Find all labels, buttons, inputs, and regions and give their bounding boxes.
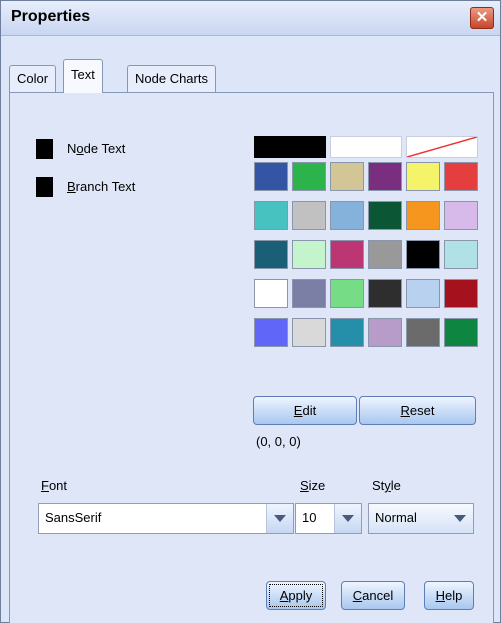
tab-text[interactable]: Text — [63, 59, 103, 93]
palette-swatch[interactable] — [444, 279, 478, 308]
help-button-label: Help — [435, 588, 463, 603]
palette-swatch[interactable] — [292, 279, 326, 308]
palette-swatch-black[interactable] — [254, 136, 326, 158]
tab-node-charts[interactable]: Node Charts — [127, 65, 216, 92]
palette-swatch-white[interactable] — [330, 136, 402, 158]
palette-swatch[interactable] — [406, 318, 440, 347]
tab-color[interactable]: Color — [9, 65, 57, 92]
palette-swatch[interactable] — [444, 318, 478, 347]
palette-swatch[interactable] — [406, 240, 440, 269]
palette-swatch-none[interactable] — [406, 136, 478, 158]
style-dropdown-arrow[interactable] — [447, 504, 473, 533]
palette-swatch[interactable] — [444, 162, 478, 191]
node-text-color-swatch — [36, 139, 53, 159]
style-label: Style — [372, 478, 401, 493]
palette-swatch[interactable] — [254, 318, 288, 347]
palette-swatch[interactable] — [368, 279, 402, 308]
branch-text-label: Branch Text — [67, 179, 136, 194]
apply-button[interactable]: Apply — [266, 581, 326, 610]
palette-swatch[interactable] — [444, 201, 478, 230]
palette-swatch[interactable] — [330, 279, 364, 308]
palette-swatch[interactable] — [330, 201, 364, 230]
palette-swatch[interactable] — [330, 240, 364, 269]
style-select-value: Normal — [375, 510, 417, 525]
close-button[interactable]: ✕ — [470, 7, 494, 29]
palette-swatch[interactable] — [254, 240, 288, 269]
font-dropdown-arrow[interactable] — [266, 504, 293, 533]
palette-swatch[interactable] — [292, 318, 326, 347]
chevron-down-icon — [454, 515, 466, 522]
palette-swatch[interactable] — [254, 162, 288, 191]
text-tab-panel: Node Text Branch Text Edit Reset (0, 0, … — [9, 92, 494, 623]
size-select-value: 10 — [302, 510, 317, 525]
reset-button-label: Reset — [400, 403, 435, 418]
chevron-down-icon — [342, 515, 354, 522]
font-label: Font — [41, 478, 68, 493]
edit-button[interactable]: Edit — [253, 396, 357, 425]
title-bar: Properties ✕ — [1, 1, 500, 36]
palette-swatch[interactable] — [406, 201, 440, 230]
cancel-button[interactable]: Cancel — [341, 581, 405, 610]
apply-button-label: Apply — [279, 588, 313, 603]
palette-swatch[interactable] — [368, 318, 402, 347]
palette-swatch[interactable] — [292, 240, 326, 269]
palette-swatch[interactable] — [368, 201, 402, 230]
palette-swatch[interactable] — [330, 162, 364, 191]
chevron-down-icon — [274, 515, 286, 522]
node-text-label: Node Text — [67, 141, 126, 156]
color-palette — [254, 136, 482, 356]
palette-swatch[interactable] — [292, 201, 326, 230]
dialog-title: Properties — [11, 8, 91, 25]
font-select[interactable]: SansSerif — [38, 503, 294, 534]
palette-swatch[interactable] — [254, 279, 288, 308]
size-label: Size — [300, 478, 326, 493]
reset-button[interactable]: Reset — [359, 396, 476, 425]
palette-swatch[interactable] — [330, 318, 364, 347]
size-dropdown-arrow[interactable] — [334, 504, 361, 533]
style-select[interactable]: Normal — [368, 503, 474, 534]
palette-swatch[interactable] — [368, 162, 402, 191]
cancel-button-label: Cancel — [352, 588, 394, 603]
no-color-slash-icon — [406, 136, 478, 158]
branch-text-color-swatch — [36, 177, 53, 197]
palette-swatch[interactable] — [368, 240, 402, 269]
palette-swatch[interactable] — [292, 162, 326, 191]
palette-swatch[interactable] — [254, 201, 288, 230]
palette-swatch[interactable] — [444, 240, 478, 269]
size-select[interactable]: 10 — [295, 503, 362, 534]
close-icon: ✕ — [475, 9, 489, 26]
edit-button-label: Edit — [293, 403, 317, 418]
properties-dialog: Properties ✕ Color Text Node Charts Node… — [0, 0, 501, 623]
palette-swatch[interactable] — [406, 162, 440, 191]
rgb-value: (0, 0, 0) — [256, 434, 301, 449]
help-button[interactable]: Help — [424, 581, 474, 610]
tab-strip: Color Text Node Charts — [9, 59, 495, 93]
palette-swatch[interactable] — [406, 279, 440, 308]
font-select-value: SansSerif — [45, 510, 102, 525]
